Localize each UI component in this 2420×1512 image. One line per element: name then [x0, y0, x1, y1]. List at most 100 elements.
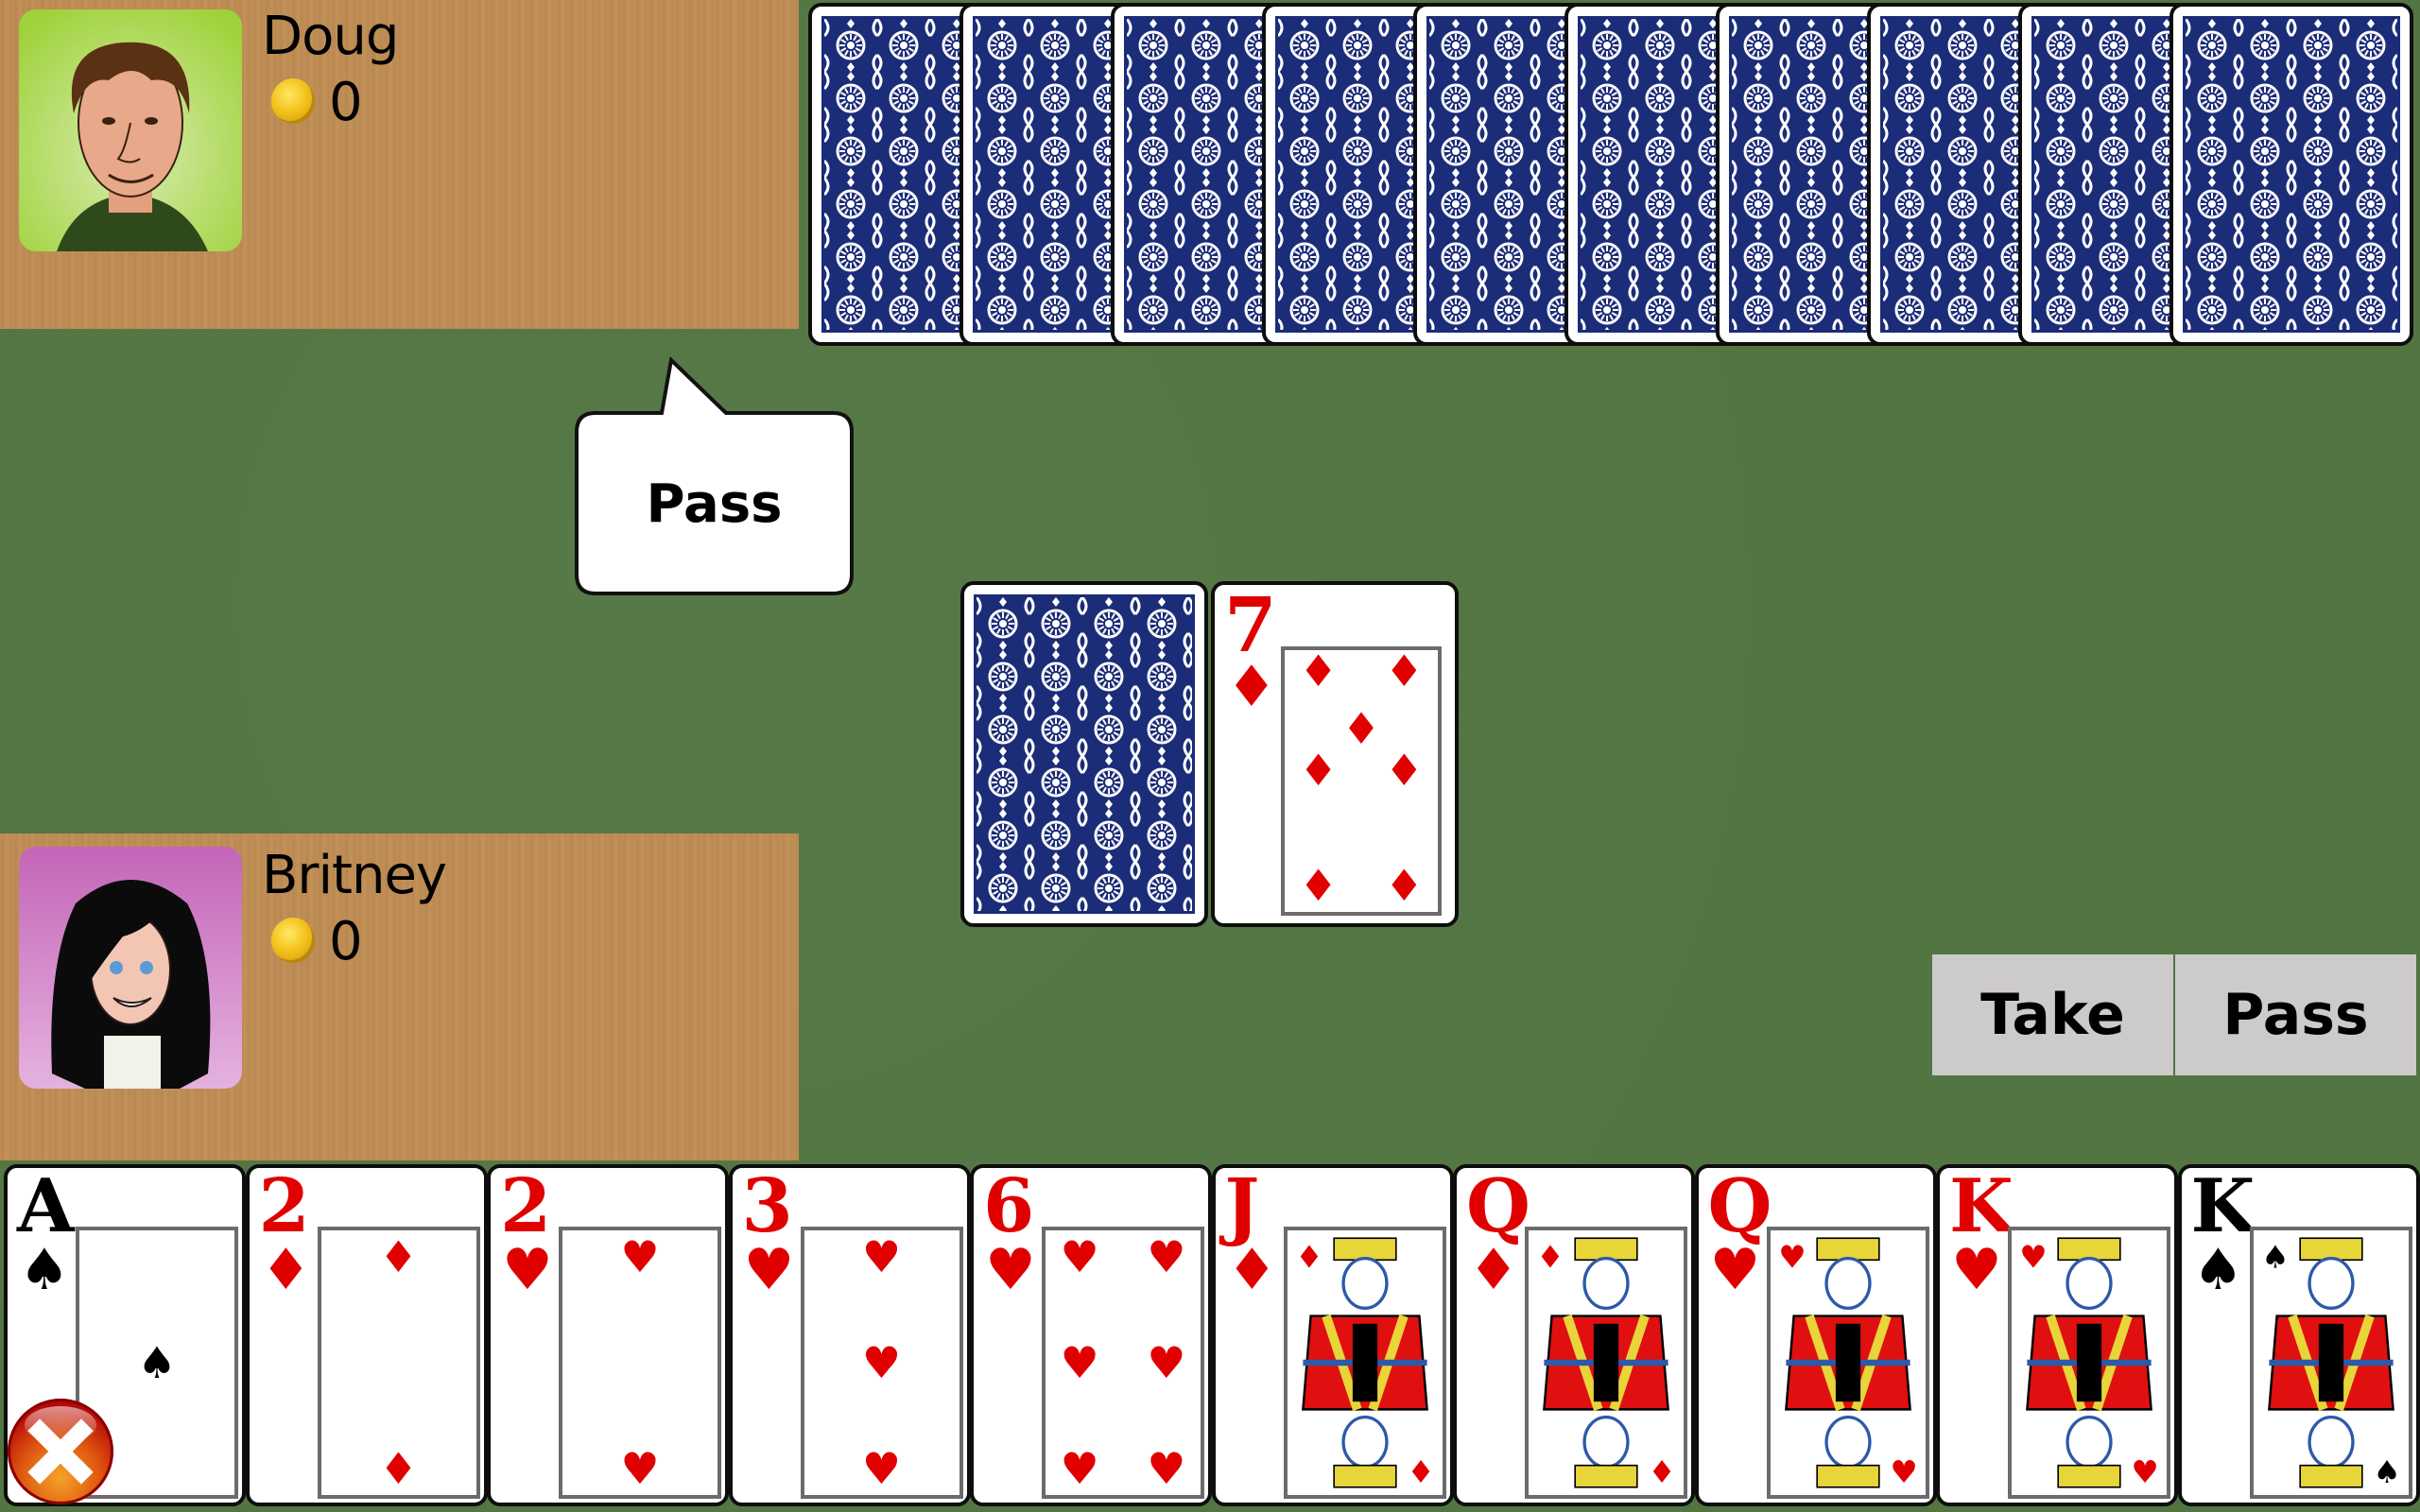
- suit-pip: ♦: [1384, 860, 1424, 912]
- card-rank: K: [2190, 1164, 2256, 1249]
- card-rank: 6: [983, 1164, 1035, 1249]
- svg-text:♥: ♥: [1890, 1453, 1917, 1490]
- suit-pip: ♥: [861, 1337, 902, 1388]
- court-card-art: ♥ ♥: [1770, 1230, 1926, 1495]
- draw-pile[interactable]: [960, 581, 1208, 927]
- upcard-suit: ♦: [1226, 654, 1277, 720]
- card-back-pattern: [974, 594, 1195, 914]
- card-rank: J: [1224, 1164, 1260, 1249]
- coin-icon: [271, 918, 315, 963]
- upcard-pip-area: ♦ ♦ ♦ ♦ ♦ ♦ ♦: [1281, 646, 1442, 916]
- player-name: Britney: [262, 845, 447, 906]
- card-suit: ♠: [19, 1237, 70, 1303]
- card-center: ♥ ♥: [1766, 1227, 1929, 1499]
- suit-pip: ♦: [1384, 745, 1424, 797]
- suit-pip: ♦: [378, 1231, 419, 1282]
- suit-pip: ♥: [1060, 1443, 1099, 1494]
- opponent-name: Doug: [262, 6, 399, 67]
- card-suit: ♠: [2192, 1237, 2244, 1303]
- svg-text:♥: ♥: [2131, 1453, 2158, 1490]
- card-suit: ♥: [985, 1237, 1036, 1303]
- card-suit: ♦: [1226, 1237, 1278, 1303]
- close-icon-gloss: [25, 1406, 96, 1444]
- card-suit: ♦: [260, 1237, 312, 1303]
- card-rank: 3: [741, 1164, 793, 1249]
- card-back-pattern: [2183, 16, 2400, 333]
- suit-pip: ♦: [1299, 860, 1339, 912]
- suit-pip: ♦: [1384, 645, 1424, 697]
- court-card-art: ♦ ♦: [1529, 1230, 1684, 1495]
- upcard[interactable]: 7 ♦ ♦ ♦ ♦ ♦ ♦ ♦ ♦: [1211, 581, 1459, 927]
- card-center: ♠ ♠: [2249, 1227, 2412, 1499]
- man-avatar-icon: [19, 9, 242, 251]
- hand-card-k-hearts[interactable]: K ♥ ♥ ♥: [1936, 1164, 2178, 1506]
- hand-card-2-diamonds[interactable]: 2 ♦ ♦ ♦: [245, 1164, 488, 1506]
- suit-pip: ♦: [378, 1443, 419, 1494]
- card-rank: K: [1949, 1164, 2014, 1249]
- suit-pip: ♥: [861, 1231, 902, 1282]
- suit-pip: ♥: [1060, 1337, 1099, 1388]
- suit-pip: ♥: [1147, 1337, 1186, 1388]
- svg-text:♦: ♦: [1648, 1453, 1675, 1490]
- card-center: ♥ ♥: [559, 1227, 721, 1499]
- suit-pip: ♥: [1060, 1231, 1099, 1282]
- hand-card-j-diamonds[interactable]: J ♦ ♦ ♦: [1211, 1164, 1454, 1506]
- hand-card-2-hearts[interactable]: 2 ♥ ♥ ♥: [487, 1164, 729, 1506]
- svg-text:♦: ♦: [1536, 1238, 1564, 1275]
- speech-bubble: Pass: [575, 355, 854, 595]
- avatar-britney: [19, 847, 242, 1089]
- svg-text:♠: ♠: [2373, 1453, 2400, 1490]
- take-button[interactable]: Take: [1932, 954, 2173, 1075]
- player-panel-bottom: Britney 0: [0, 833, 799, 1160]
- suit-pip: ♦: [1341, 703, 1381, 755]
- upcard-rank: 7: [1224, 581, 1277, 669]
- card-center: ♥ ♥ ♥: [800, 1227, 963, 1499]
- card-suit: ♥: [1951, 1237, 2002, 1303]
- hand-card-q-hearts[interactable]: Q ♥ ♥ ♥: [1694, 1164, 1937, 1506]
- hand-card-6-hearts[interactable]: 6 ♥ ♥ ♥ ♥ ♥ ♥ ♥: [970, 1164, 1212, 1506]
- pass-button[interactable]: Pass: [2175, 954, 2416, 1075]
- card-suit: ♥: [1709, 1237, 1761, 1303]
- player-coin-count: 0: [329, 911, 363, 972]
- coin-icon: [271, 78, 315, 124]
- court-card-art: ♦ ♦: [1287, 1230, 1443, 1495]
- suit-pip: ♠: [137, 1337, 177, 1388]
- opponent-coin-count: 0: [329, 72, 363, 133]
- card-suit: ♥: [502, 1237, 553, 1303]
- opponent-panel-top: Doug 0: [0, 0, 799, 329]
- suit-pip: ♥: [1147, 1443, 1186, 1494]
- court-card-art: ♠ ♠: [2253, 1230, 2409, 1495]
- svg-text:♥: ♥: [2019, 1238, 2047, 1275]
- card-rank: Q: [1707, 1164, 1772, 1249]
- hand-card-3-hearts[interactable]: 3 ♥ ♥ ♥ ♥: [728, 1164, 971, 1506]
- close-icon[interactable]: [8, 1399, 113, 1504]
- avatar-doug: [19, 9, 242, 251]
- court-card-art: ♥ ♥: [2012, 1230, 2167, 1495]
- suit-pip: ♥: [1147, 1231, 1186, 1282]
- card-center: ♦ ♦: [317, 1227, 480, 1499]
- card-center: ♥ ♥ ♥ ♥ ♥ ♥: [1042, 1227, 1204, 1499]
- svg-text:♥: ♥: [1778, 1238, 1806, 1275]
- card-rank: 2: [258, 1164, 310, 1249]
- card-center: ♥ ♥: [2008, 1227, 2170, 1499]
- card-suit: ♥: [743, 1237, 795, 1303]
- svg-text:♦: ♦: [1295, 1238, 1322, 1275]
- card-suit: ♦: [1468, 1237, 1519, 1303]
- suit-pip: ♥: [620, 1231, 660, 1282]
- hand-card-k-spades[interactable]: K ♠ ♠ ♠: [2177, 1164, 2420, 1506]
- suit-pip: ♦: [1299, 745, 1339, 797]
- woman-avatar-icon: [19, 847, 242, 1089]
- suit-pip: ♥: [861, 1443, 902, 1494]
- card-rank: 2: [500, 1164, 552, 1249]
- hand-card-q-diamonds[interactable]: Q ♦ ♦ ♦: [1453, 1164, 1695, 1506]
- card-rank: A: [17, 1164, 75, 1249]
- svg-text:♦: ♦: [1407, 1453, 1434, 1490]
- suit-pip: ♦: [1299, 645, 1339, 697]
- card-center: ♦ ♦: [1525, 1227, 1687, 1499]
- svg-text:♠: ♠: [2261, 1238, 2289, 1275]
- card-center: ♦ ♦: [1283, 1227, 1446, 1499]
- opponent-card-back: [2169, 3, 2413, 346]
- speech-bubble-text: Pass: [646, 473, 783, 535]
- card-rank: Q: [1466, 1164, 1530, 1249]
- suit-pip: ♥: [620, 1443, 660, 1494]
